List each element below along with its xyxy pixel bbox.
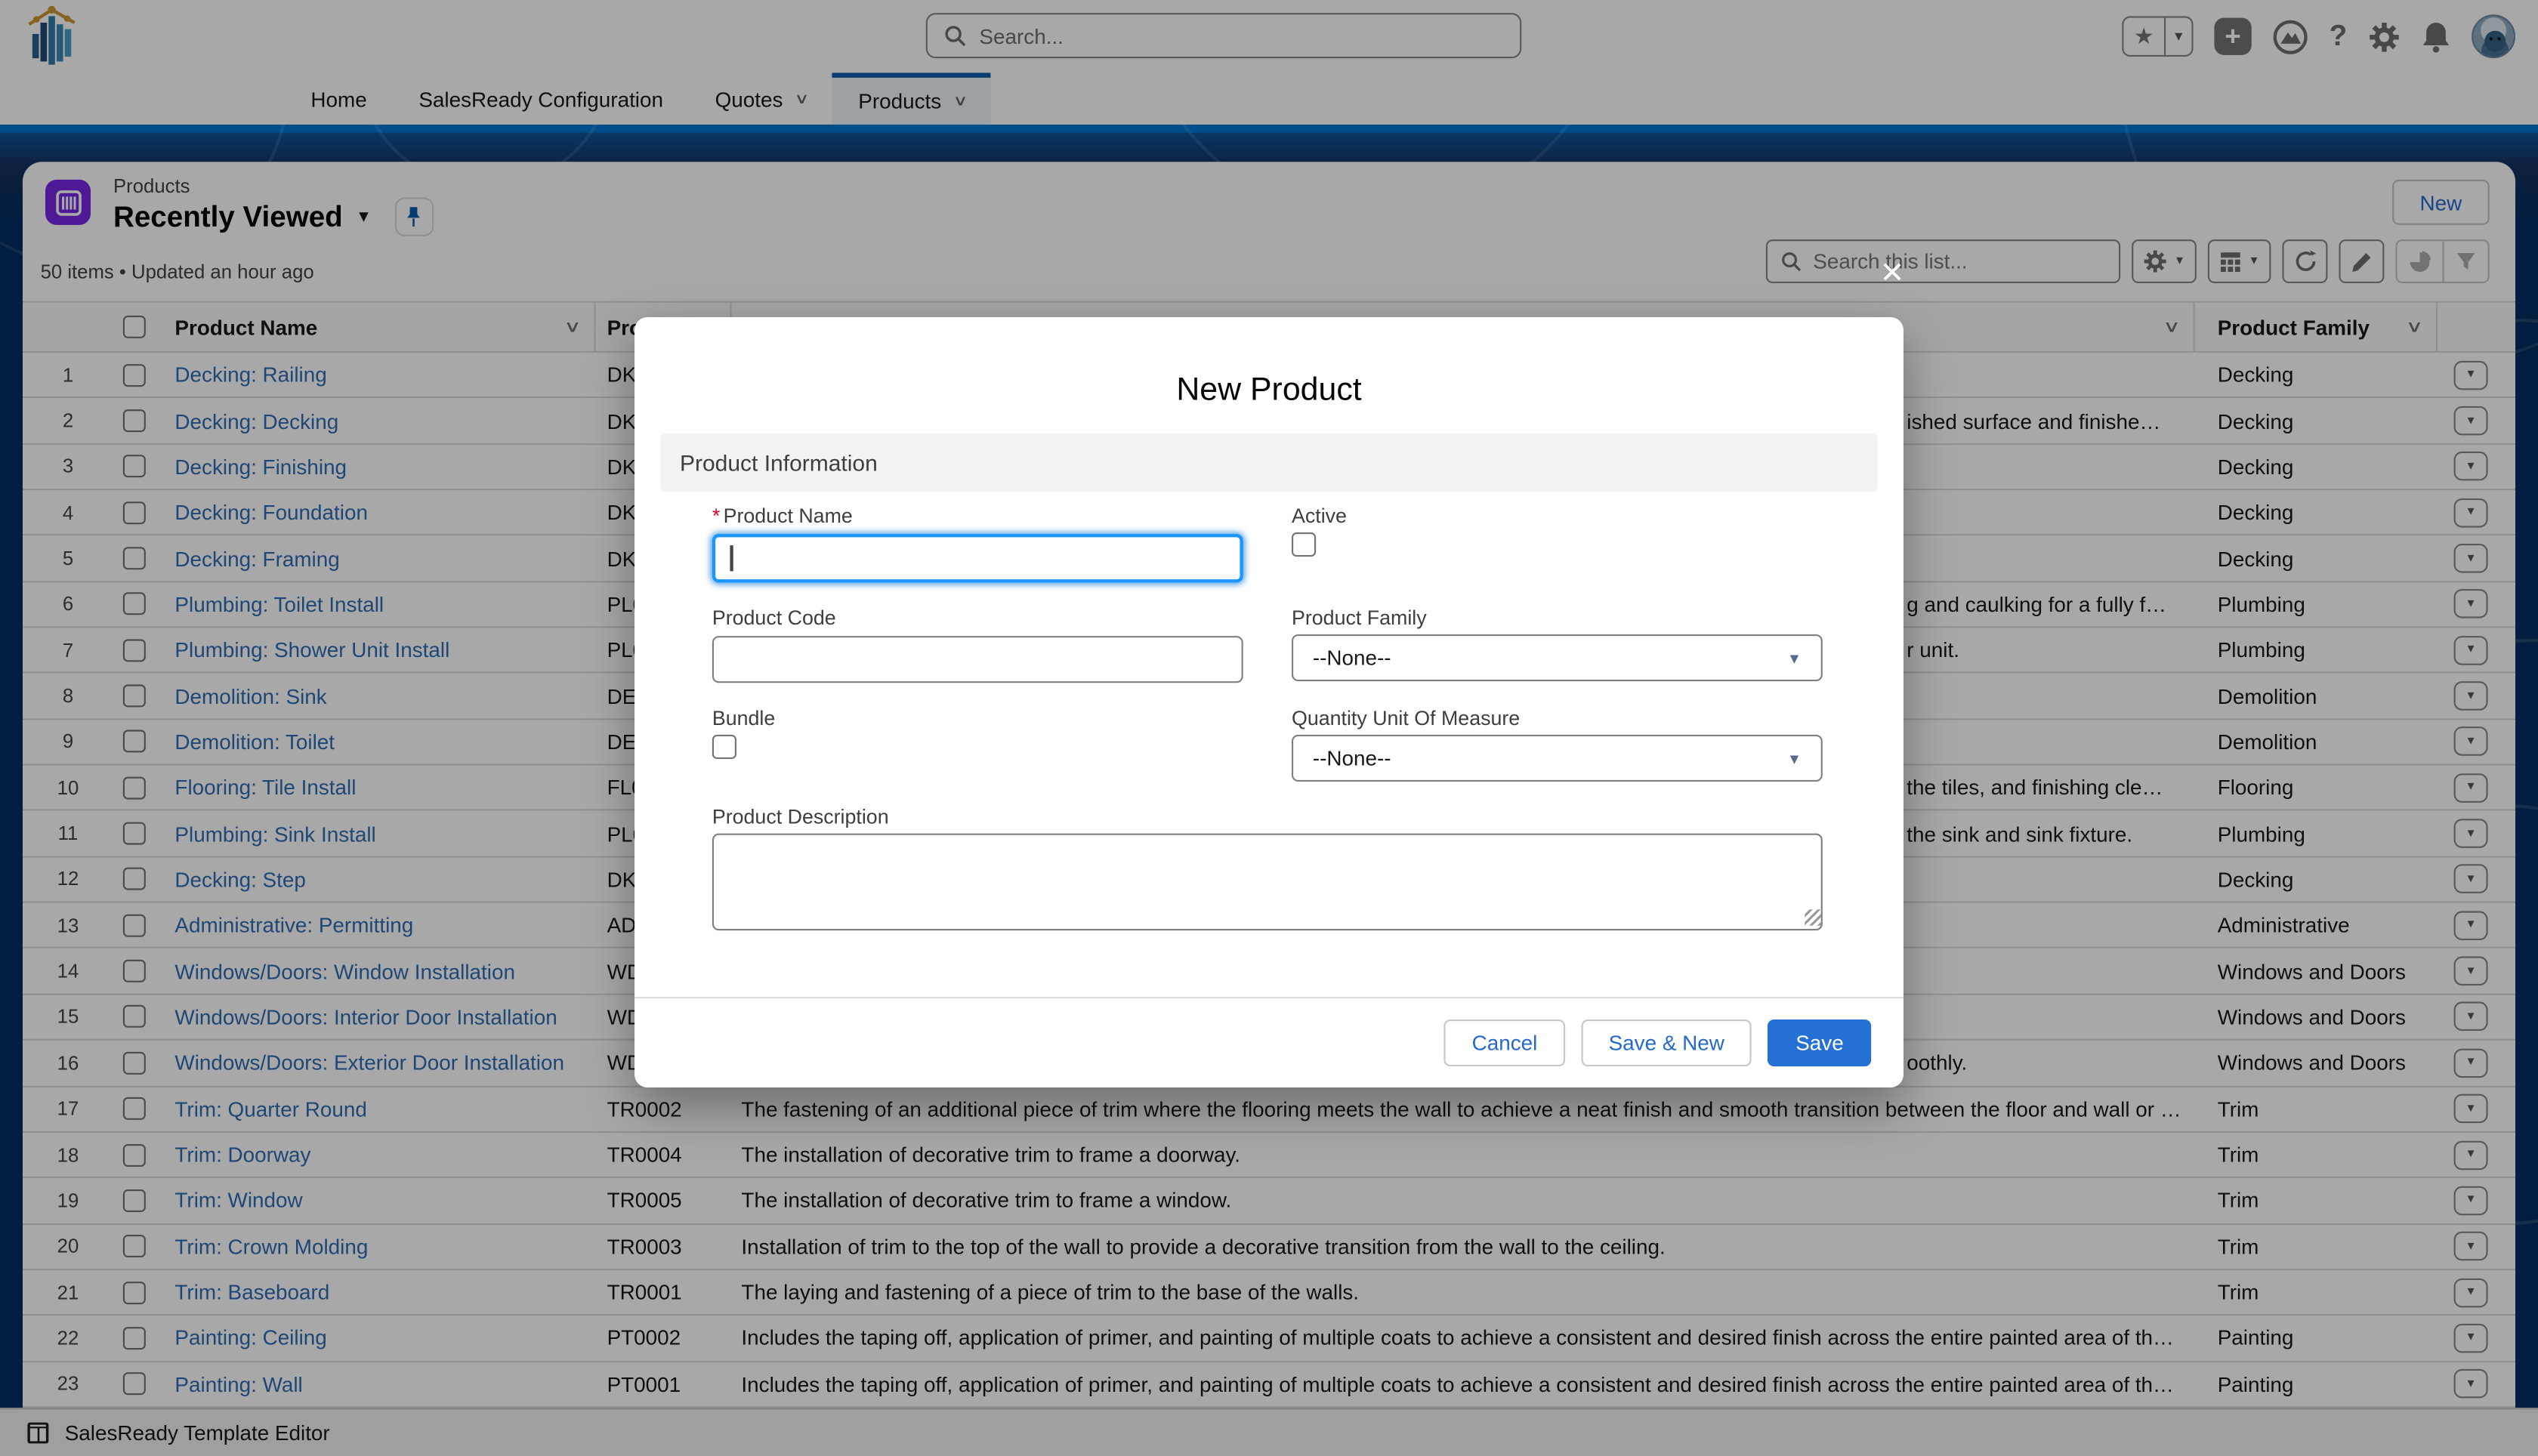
dropdown-triangle-icon: ▼	[1787, 649, 1802, 665]
active-checkbox[interactable]	[1292, 532, 1316, 557]
required-asterisk: *	[712, 505, 720, 528]
save-and-new-button[interactable]: Save & New	[1581, 1020, 1752, 1066]
resize-grip[interactable]	[1805, 909, 1820, 925]
product-family-select[interactable]: --None-- ▼	[1292, 634, 1823, 681]
product-code-label: Product Code	[712, 607, 836, 630]
product-description-textarea[interactable]	[712, 834, 1823, 931]
product-name-input[interactable]	[712, 534, 1243, 582]
modal-close-button[interactable]: ×	[1870, 251, 1915, 296]
section-header: Product Information	[660, 433, 1877, 492]
product-family-label: Product Family	[1292, 607, 1427, 630]
product-name-label: *Product Name	[712, 505, 853, 528]
bundle-checkbox[interactable]	[712, 735, 736, 759]
new-product-modal: New Product Product Information *Product…	[634, 317, 1904, 1087]
close-icon: ×	[1881, 251, 1904, 295]
bundle-label: Bundle	[712, 707, 775, 730]
screen: ★ ▼ + ?	[0, 0, 2538, 1456]
modal-title: New Product	[634, 372, 1904, 409]
product-description-label: Product Description	[712, 806, 889, 828]
qty-uom-select[interactable]: --None-- ▼	[1292, 735, 1823, 782]
save-button[interactable]: Save	[1768, 1020, 1871, 1066]
product-code-input[interactable]	[712, 636, 1243, 683]
text-cursor	[730, 545, 732, 571]
qty-uom-label: Quantity Unit Of Measure	[1292, 707, 1520, 730]
modal-footer: Cancel Save & New Save	[634, 997, 1904, 1087]
active-label: Active	[1292, 505, 1347, 528]
dropdown-triangle-icon: ▼	[1787, 750, 1802, 766]
cancel-button[interactable]: Cancel	[1444, 1020, 1565, 1066]
